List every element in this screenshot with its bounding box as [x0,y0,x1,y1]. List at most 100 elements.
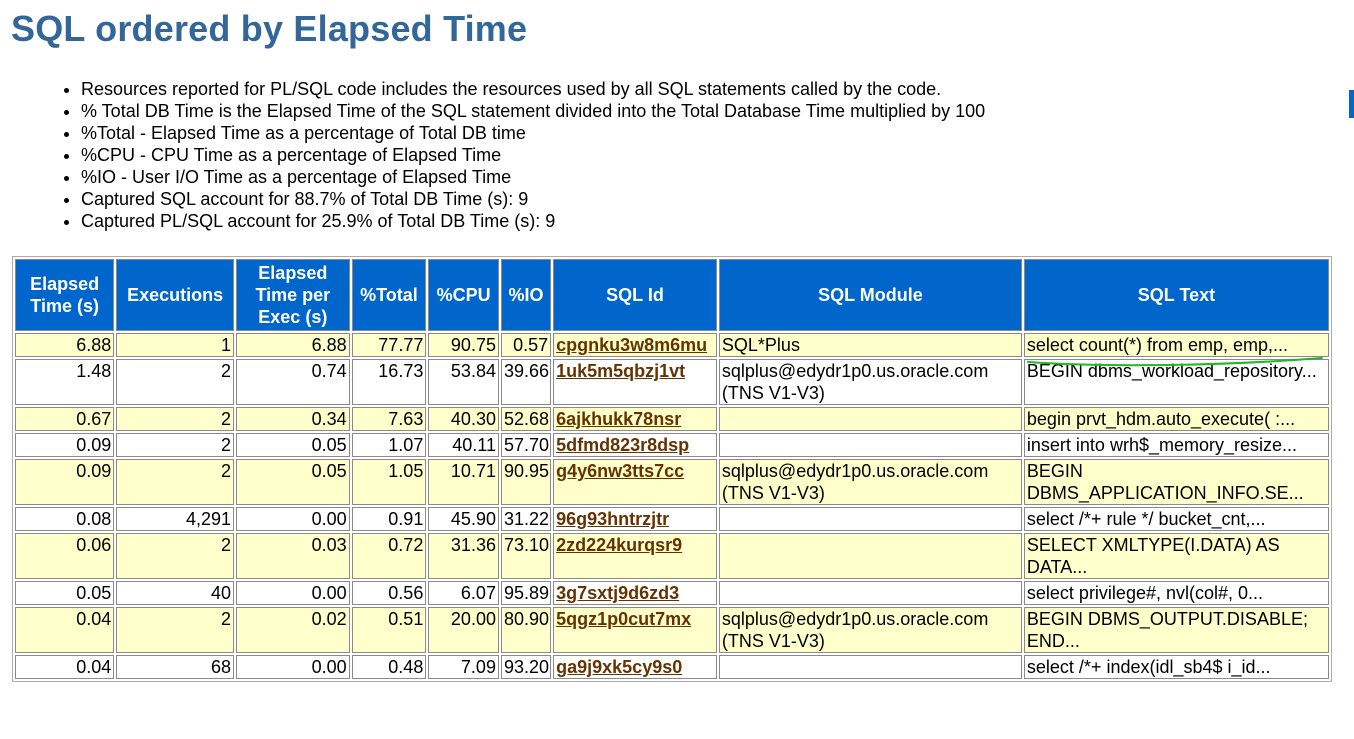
cell-sql-module: sqlplus@edydr1p0.us.oracle.com (TNS V1-V… [718,459,1022,505]
cell-sql-text: SELECT XMLTYPE(I.DATA) AS DATA... [1023,533,1329,579]
header-sql-id: SQL Id [553,259,717,331]
cell-cpu-pct: 10.71 [428,459,499,505]
cell-elapsed-time: 0.06 [15,533,115,579]
edge-scroll-marker [1349,90,1354,118]
header-io-pct: %IO [500,259,552,331]
cell-elapsed-time: 0.09 [15,459,115,505]
cell-elapsed-time: 6.88 [15,333,115,357]
cell-elapsed-per-exec: 6.88 [236,333,350,357]
sql-id-link[interactable]: 1uk5m5qbzj1vt [556,361,685,381]
cell-elapsed-per-exec: 0.74 [236,359,350,405]
cell-executions: 2 [116,433,234,457]
header-sql-text: SQL Text [1023,259,1329,331]
cell-elapsed-per-exec: 0.02 [236,607,350,653]
cell-io-pct: 93.20 [500,655,552,679]
sql-id-link[interactable]: ga9j9xk5cy9s0 [556,657,682,677]
cell-sql-id: 2zd224kurqsr9 [553,533,717,579]
header-total-pct: %Total [351,259,427,331]
header-cpu-pct: %CPU [428,259,499,331]
cell-cpu-pct: 40.30 [428,407,499,431]
cell-cpu-pct: 6.07 [428,581,499,605]
cell-io-pct: 80.90 [500,607,552,653]
cell-sql-id: ga9j9xk5cy9s0 [553,655,717,679]
cell-executions: 2 [116,407,234,431]
cell-total-pct: 0.51 [351,607,427,653]
cell-executions: 40 [116,581,234,605]
sql-id-link[interactable]: 3g7sxtj9d6zd3 [556,583,679,603]
cell-sql-module [718,407,1022,431]
cell-sql-text: select privilege#, nvl(col#, 0... [1023,581,1329,605]
page-title: SQL ordered by Elapsed Time [11,8,528,49]
cell-sql-module [718,507,1022,531]
sql-id-link[interactable]: 5qgz1p0cut7mx [556,609,691,629]
sql-id-link[interactable]: 2zd224kurqsr9 [556,535,682,555]
cell-total-pct: 1.07 [351,433,427,457]
cell-sql-text: BEGIN DBMS_APPLICATION_INFO.SE... [1023,459,1329,505]
cell-sql-text: begin prvt_hdm.auto_execute( :... [1023,407,1329,431]
cell-elapsed-per-exec: 0.00 [236,581,350,605]
note-item: Captured SQL account for 88.7% of Total … [81,188,985,210]
header-sql-module: SQL Module [718,259,1022,331]
cell-sql-text: insert into wrh$_memory_resize... [1023,433,1329,457]
cell-sql-text: select count(*) from emp, emp,... [1023,333,1329,357]
sql-elapsed-table: Elapsed Time (s) Executions Elapsed Time… [12,256,1332,682]
cell-elapsed-per-exec: 0.03 [236,533,350,579]
cell-cpu-pct: 7.09 [428,655,499,679]
cell-sql-id: 6ajkhukk78nsr [553,407,717,431]
cell-elapsed-time: 0.09 [15,433,115,457]
cell-io-pct: 0.57 [500,333,552,357]
cell-sql-module: SQL*Plus [718,333,1022,357]
cell-elapsed-per-exec: 0.00 [236,655,350,679]
table-row: 0.08 4,291 0.00 0.91 45.90 31.22 96g93hntrzjtr… [15,507,1329,531]
cell-cpu-pct: 31.36 [428,533,499,579]
sql-id-link[interactable]: 6ajkhukk78nsr [556,409,681,429]
cell-sql-module [718,655,1022,679]
sql-id-link[interactable]: g4y6nw3tts7cc [556,461,684,481]
cell-io-pct: 57.70 [500,433,552,457]
table-header-row: Elapsed Time (s) Executions Elapsed Time… [15,259,1329,331]
cell-elapsed-per-exec: 0.34 [236,407,350,431]
cell-io-pct: 73.10 [500,533,552,579]
cell-total-pct: 0.91 [351,507,427,531]
sql-id-link[interactable]: 96g93hntrzjtr [556,509,669,529]
table-row: 0.09 2 0.05 1.07 40.11 57.70 5dfmd823r8dsp inse… [15,433,1329,457]
cell-executions: 2 [116,359,234,405]
table-row: 0.05 40 0.00 0.56 6.07 95.89 3g7sxtj9d6zd3 sele… [15,581,1329,605]
cell-io-pct: 95.89 [500,581,552,605]
cell-elapsed-time: 0.67 [15,407,115,431]
cell-sql-text: BEGIN DBMS_OUTPUT.DISABLE; END... [1023,607,1329,653]
cell-total-pct: 1.05 [351,459,427,505]
note-item: Captured PL/SQL account for 25.9% of Tot… [81,210,985,232]
cell-total-pct: 77.77 [351,333,427,357]
note-item: Resources reported for PL/SQL code inclu… [81,78,985,100]
cell-executions: 2 [116,459,234,505]
cell-sql-module [718,581,1022,605]
cell-sql-text: select /*+ index(idl_sb4$ i_id... [1023,655,1329,679]
note-item: %IO - User I/O Time as a percentage of E… [81,166,985,188]
cell-io-pct: 52.68 [500,407,552,431]
cell-sql-module: sqlplus@edydr1p0.us.oracle.com (TNS V1-V… [718,607,1022,653]
table-row: 0.67 2 0.34 7.63 40.30 52.68 6ajkhukk78nsr begi… [15,407,1329,431]
cell-elapsed-time: 0.05 [15,581,115,605]
cell-elapsed-per-exec: 0.05 [236,433,350,457]
cell-cpu-pct: 40.11 [428,433,499,457]
cell-total-pct: 16.73 [351,359,427,405]
sql-id-link[interactable]: cpgnku3w8m6mu [556,335,707,355]
table-row: 1.48 2 0.74 16.73 53.84 39.66 1uk5m5qbzj1vt sql… [15,359,1329,405]
cell-total-pct: 7.63 [351,407,427,431]
cell-io-pct: 39.66 [500,359,552,405]
cell-elapsed-time: 0.04 [15,655,115,679]
cell-executions: 2 [116,533,234,579]
cell-sql-module [718,433,1022,457]
header-executions: Executions [116,259,234,331]
cell-cpu-pct: 90.75 [428,333,499,357]
cell-sql-id: 5dfmd823r8dsp [553,433,717,457]
cell-executions: 68 [116,655,234,679]
cell-sql-id: 3g7sxtj9d6zd3 [553,581,717,605]
note-item: %CPU - CPU Time as a percentage of Elaps… [81,144,985,166]
sql-id-link[interactable]: 5dfmd823r8dsp [556,435,689,455]
cell-sql-id: cpgnku3w8m6mu [553,333,717,357]
cell-io-pct: 31.22 [500,507,552,531]
table-row: 0.06 2 0.03 0.72 31.36 73.10 2zd224kurqsr9 SELE… [15,533,1329,579]
cell-cpu-pct: 20.00 [428,607,499,653]
